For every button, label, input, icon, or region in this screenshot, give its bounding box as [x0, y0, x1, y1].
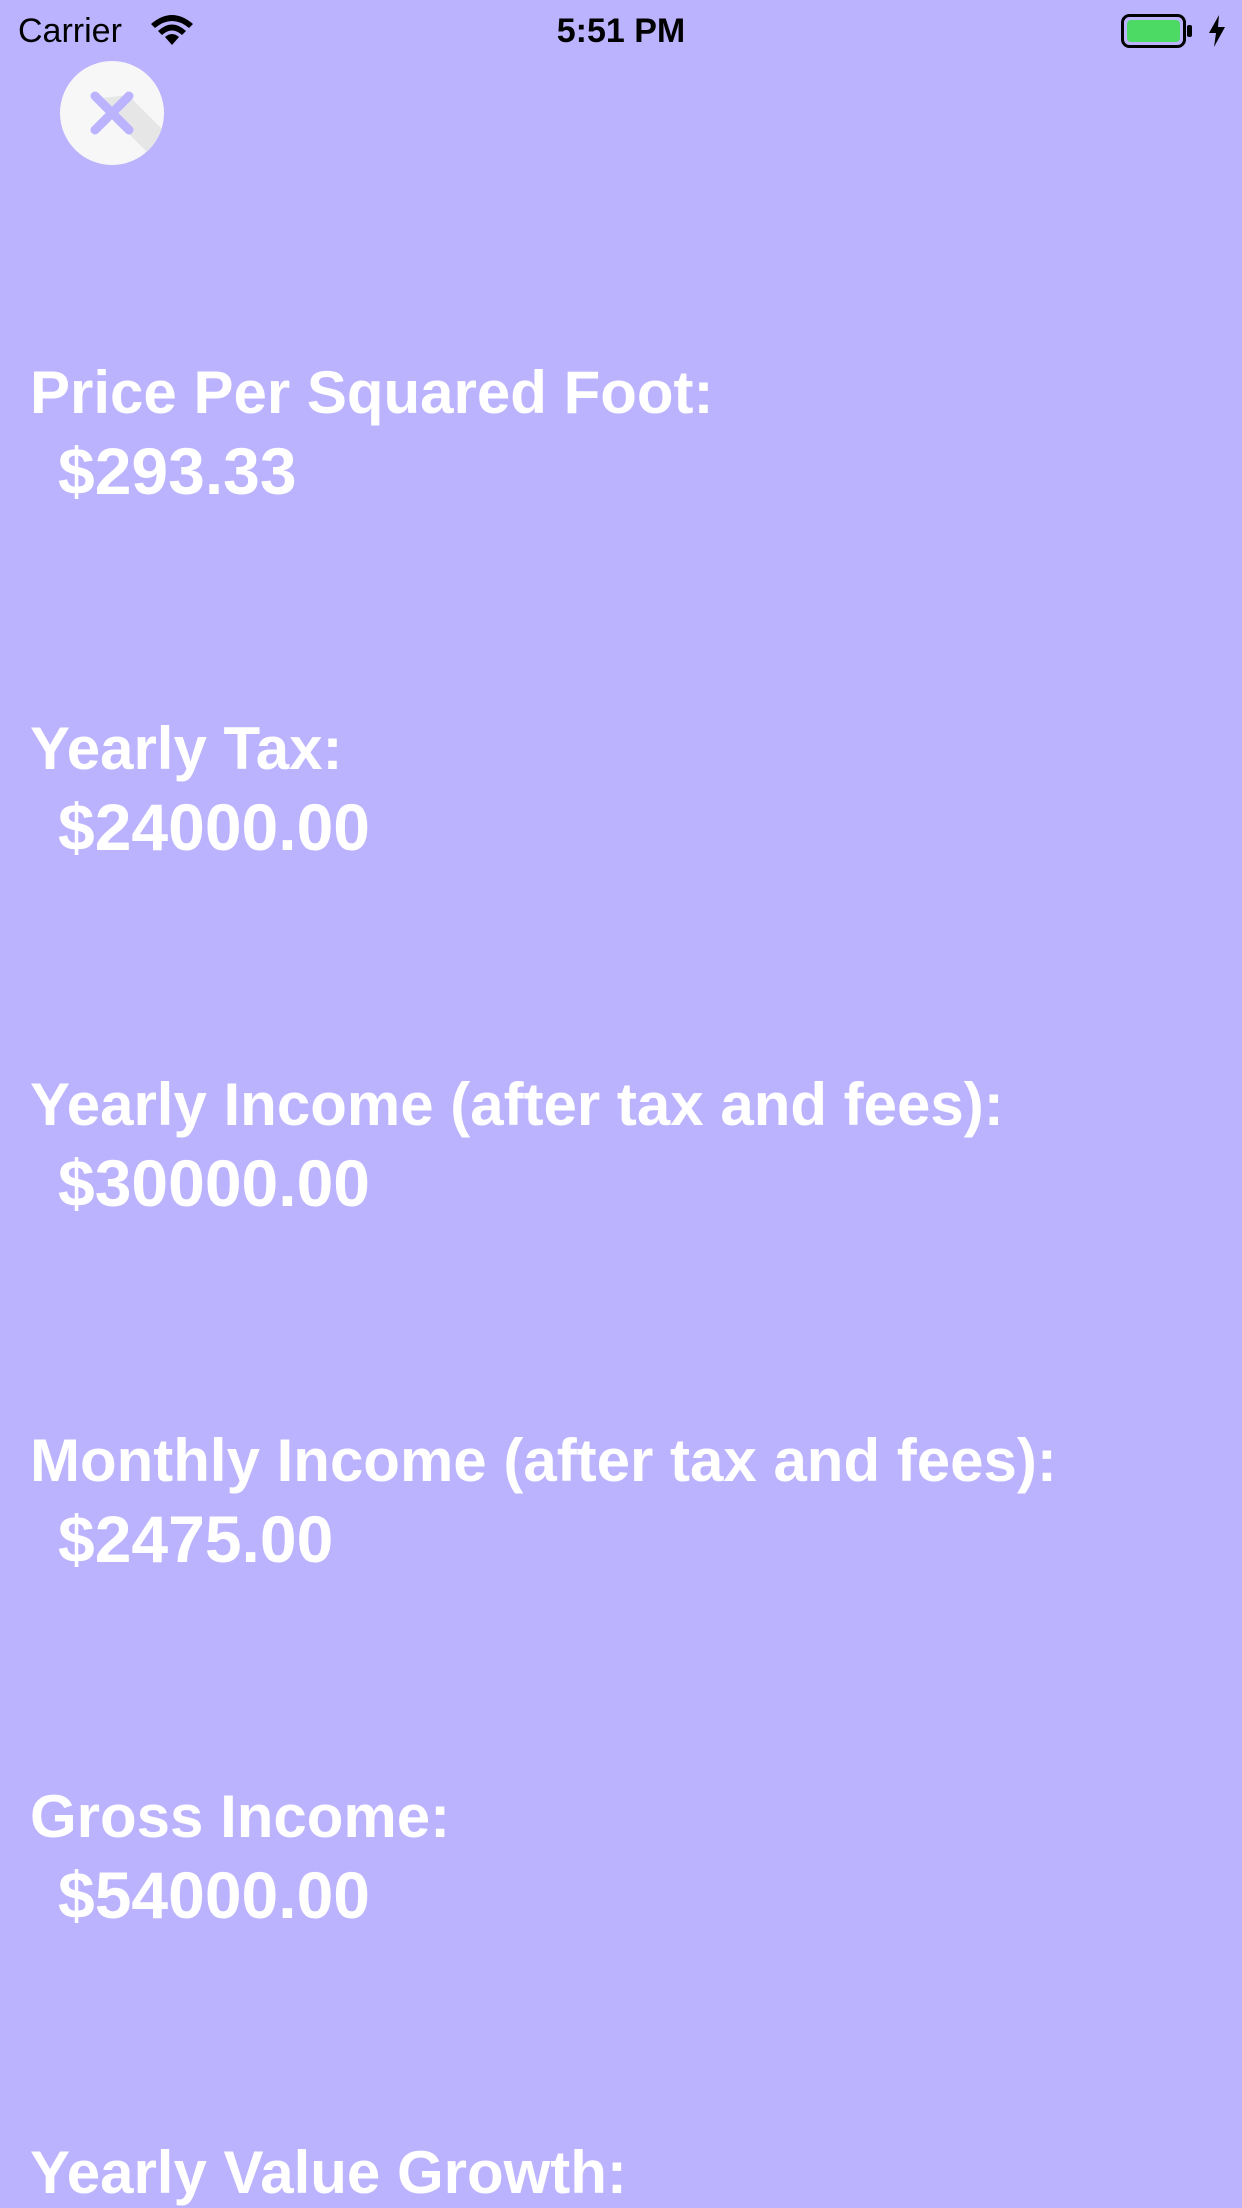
stat-yearly-income: Yearly Income (after tax and fees): $300…	[30, 1066, 1004, 1222]
stat-value: $2475.00	[58, 1502, 334, 1576]
stat-monthly-income: Monthly Income (after tax and fees): $24…	[30, 1422, 1057, 1578]
stat-label: Price Per Squared Foot:	[30, 359, 714, 426]
stat-label: Yearly Value Growth:	[30, 2139, 627, 2206]
close-icon	[90, 91, 164, 165]
stat-label: Monthly Income (after tax and fees):	[30, 1427, 1057, 1494]
battery-icon	[1121, 14, 1192, 48]
screen: Carrier 5:51 PM Price Per Squared Foot: …	[0, 0, 1242, 2208]
stat-label: Yearly Tax:	[30, 715, 343, 782]
close-button[interactable]	[60, 61, 164, 165]
stat-value: $24000.00	[58, 790, 370, 864]
stat-value: $54000.00	[58, 1858, 370, 1932]
stat-value: $30000.00	[58, 1146, 370, 1220]
stat-label: Gross Income:	[30, 1783, 451, 1850]
stat-price-per-sqft: Price Per Squared Foot: $293.33	[30, 354, 714, 510]
stat-gross-income: Gross Income: $54000.00	[30, 1778, 450, 1934]
stat-label: Yearly Income (after tax and fees):	[30, 1071, 1004, 1138]
status-bar: Carrier 5:51 PM	[0, 0, 1242, 60]
stat-yearly-tax: Yearly Tax: $24000.00	[30, 710, 370, 866]
clock-time: 5:51 PM	[556, 12, 686, 50]
charging-bolt-icon	[1209, 15, 1225, 47]
stat-yearly-value-growth: Yearly Value Growth:	[30, 2134, 627, 2208]
stat-value: $293.33	[58, 434, 297, 508]
